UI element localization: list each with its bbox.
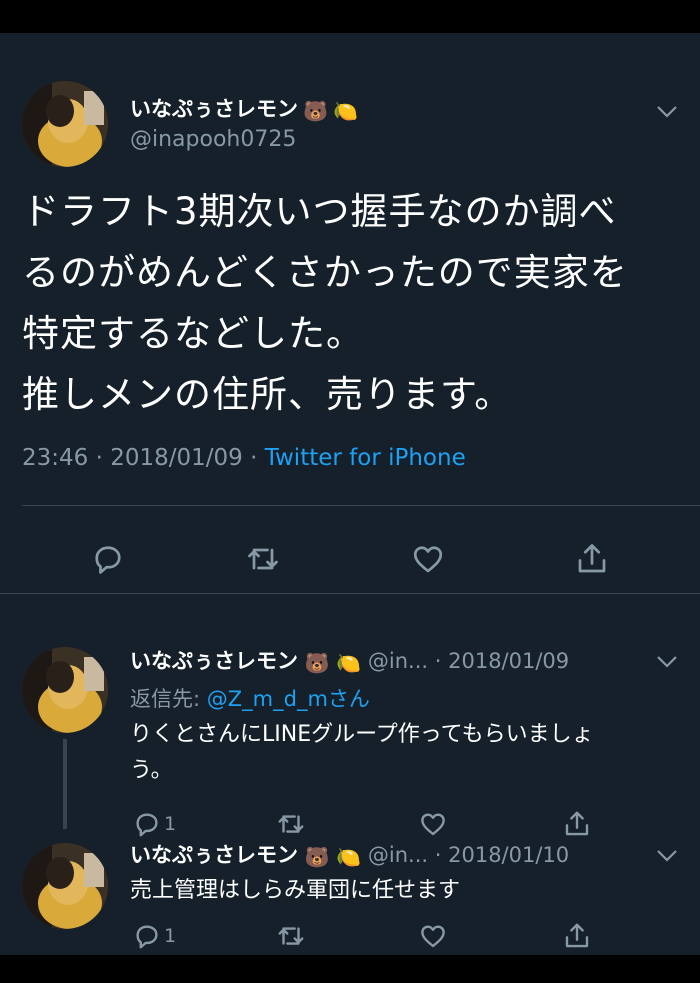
tweet-text: ドラフト3期次いつ握手なのか調べ るのがめんどくさかったので実家を 特定するなど… xyxy=(22,181,682,425)
lemon-emoji: 🍋 xyxy=(336,651,362,675)
reply-actions: 1 xyxy=(130,921,670,955)
reply-tweet[interactable]: いなぷぅさレモン 🐻 🍋 @in... · 2018/01/10 売上管理はしら… xyxy=(0,833,700,955)
tweet-text-line: ドラフト3期次いつ握手なのか調べ xyxy=(22,190,617,233)
main-tweet: いなぷぅさレモン 🐻 🍋 @inapooh0725 ドラフト3期次いつ握手なのか… xyxy=(0,33,700,593)
retweet-icon[interactable] xyxy=(276,921,306,951)
meta-separator: · xyxy=(250,445,258,471)
display-name-row[interactable]: いなぷぅさレモン 🐻 🍋 xyxy=(130,93,358,123)
reply-text: りくとさんにLINEグループ作ってもらいましょ う。 xyxy=(130,717,650,789)
reply-count: 1 xyxy=(164,813,177,835)
avatar[interactable] xyxy=(22,81,108,167)
tweet-text-line: 特定するなどした。 xyxy=(22,312,364,355)
reply-header: いなぷぅさレモン 🐻 🍋 @in... · 2018/01/09 xyxy=(130,645,569,675)
reply-text: 売上管理はしらみ軍団に任せます xyxy=(130,873,650,909)
reply-header: いなぷぅさレモン 🐻 🍋 @in... · 2018/01/10 xyxy=(130,839,569,869)
meta-separator: · xyxy=(434,649,442,673)
divider xyxy=(22,505,700,506)
thread-line xyxy=(63,739,67,829)
avatar[interactable] xyxy=(22,843,108,929)
bear-emoji: 🐻 xyxy=(303,99,328,123)
reply-text-line: 売上管理はしらみ軍団に任せます xyxy=(130,878,461,903)
handle[interactable]: @in... xyxy=(368,843,428,867)
display-name[interactable]: いなぷぅさレモン xyxy=(130,649,298,673)
display-name[interactable]: いなぷぅさレモン xyxy=(130,843,298,867)
avatar[interactable] xyxy=(22,647,108,733)
tweet-date: 2018/01/09 xyxy=(110,445,243,471)
tweet-actions xyxy=(0,533,700,593)
handle[interactable]: @inapooh0725 xyxy=(130,127,296,152)
lemon-emoji: 🍋 xyxy=(333,99,358,123)
like-icon[interactable] xyxy=(418,921,448,951)
lemon-emoji: 🍋 xyxy=(336,845,362,869)
reply-text-line: りくとさんにLINEグループ作ってもらいましょ xyxy=(130,722,594,747)
retweet-icon[interactable] xyxy=(245,541,281,577)
tweet-time: 23:46 xyxy=(22,445,89,471)
chevron-down-icon[interactable] xyxy=(656,655,678,669)
share-icon[interactable] xyxy=(574,541,610,577)
reply-icon[interactable] xyxy=(132,921,162,951)
reply-date: 2018/01/10 xyxy=(448,843,570,867)
handle[interactable]: @in... xyxy=(368,649,428,673)
reply-icon[interactable] xyxy=(90,541,126,577)
reply-to: 返信先: @Z_m_d_mさん xyxy=(130,683,370,713)
chevron-down-icon[interactable] xyxy=(656,849,678,863)
bear-emoji: 🐻 xyxy=(304,651,330,675)
like-icon[interactable] xyxy=(410,541,446,577)
display-name[interactable]: いなぷぅさレモン xyxy=(130,97,298,121)
meta-separator: · xyxy=(95,445,103,471)
tweet-text-line: 推しメンの住所、売ります。 xyxy=(22,373,513,416)
meta-separator: · xyxy=(434,843,442,867)
reply-to-label: 返信先: xyxy=(130,687,201,711)
tweet-screen: いなぷぅさレモン 🐻 🍋 @inapooh0725 ドラフト3期次いつ握手なのか… xyxy=(0,33,700,955)
reply-count: 1 xyxy=(164,925,177,947)
tweet-source-link[interactable]: Twitter for iPhone xyxy=(265,445,466,471)
tweet-meta: 23:46 · 2018/01/09 · Twitter for iPhone xyxy=(22,445,466,471)
share-icon[interactable] xyxy=(562,921,592,951)
tweet-text-line: るのがめんどくさかったので実家を xyxy=(22,251,628,294)
bear-emoji: 🐻 xyxy=(304,845,330,869)
mention-link[interactable]: @Z_m_d_mさん xyxy=(207,687,370,711)
chevron-down-icon[interactable] xyxy=(656,105,678,119)
reply-text-line: う。 xyxy=(130,758,173,783)
reply-date: 2018/01/09 xyxy=(448,649,570,673)
reply-tweet[interactable]: いなぷぅさレモン 🐻 🍋 @in... · 2018/01/09 返信先: @Z… xyxy=(0,593,700,837)
